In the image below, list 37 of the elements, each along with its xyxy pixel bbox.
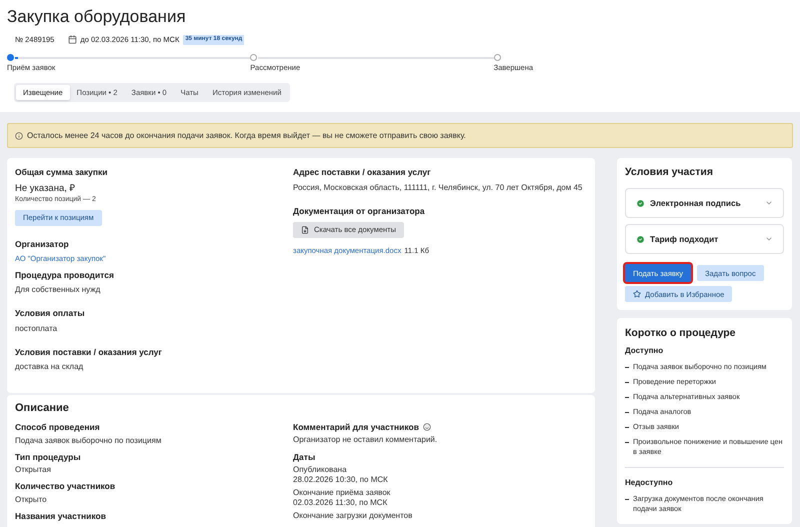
section-title: Коротко о процедуре	[625, 327, 737, 340]
dash-icon	[625, 396, 629, 398]
group-label: Доступно	[625, 346, 664, 356]
file-icon	[301, 226, 309, 234]
calendar-icon	[68, 35, 78, 44]
field-value: постоплата	[15, 324, 58, 334]
field-label: Процедура проводится	[15, 270, 115, 280]
date-label: Окончание загрузки документов	[293, 511, 414, 522]
info-icon	[15, 132, 23, 140]
field-label: Даты	[293, 452, 316, 462]
field-value: Для собственных нужд	[15, 285, 102, 296]
field-label: Комментарий для участников	[293, 422, 419, 433]
field-label: Адрес поставки / оказания услуг	[293, 167, 432, 178]
dash-icon	[625, 426, 629, 428]
field-label: Количество участников	[15, 481, 116, 492]
field-label: Условия оплаты	[15, 308, 86, 319]
section-title: Описание	[15, 402, 70, 416]
dash-icon	[625, 366, 629, 368]
field-label: Организатор	[15, 238, 70, 250]
field-value: Организатор не оставил комментарий.	[293, 434, 438, 445]
field-label: Документация от организатора	[293, 206, 426, 216]
smile-icon	[422, 423, 431, 432]
star-icon	[633, 290, 641, 298]
dash-icon	[625, 498, 629, 500]
condition-dropdown[interactable]: Тариф подходит	[625, 224, 784, 254]
field-value: Россия, Московская область, 111111, г. Челябинск, ул. 70 лет Октября, дом 45	[293, 182, 584, 193]
date-value: 02.03.2026 11:30, по МСК	[293, 498, 388, 508]
date-label: Опубликована	[293, 465, 348, 476]
section-title: Условия участия	[625, 166, 714, 180]
field-label: Условия поставки / оказания услуг	[15, 346, 163, 358]
date-value: 28.02.2026 10:30, по МСК	[293, 475, 389, 486]
warning-text: Осталось менее 24 часов до окончания подачи заявок. Когда время выйдет — вы не сможете отправить свою заявку.	[27, 130, 466, 141]
field-value: доставка на склад	[15, 362, 84, 372]
date-label: Окончание приёма заявок	[293, 488, 392, 498]
page-title: Закупка оборудования	[7, 6, 187, 28]
condition-dropdown[interactable]: Электронная подпись	[625, 188, 784, 218]
group-label: Недоступно	[625, 478, 674, 488]
